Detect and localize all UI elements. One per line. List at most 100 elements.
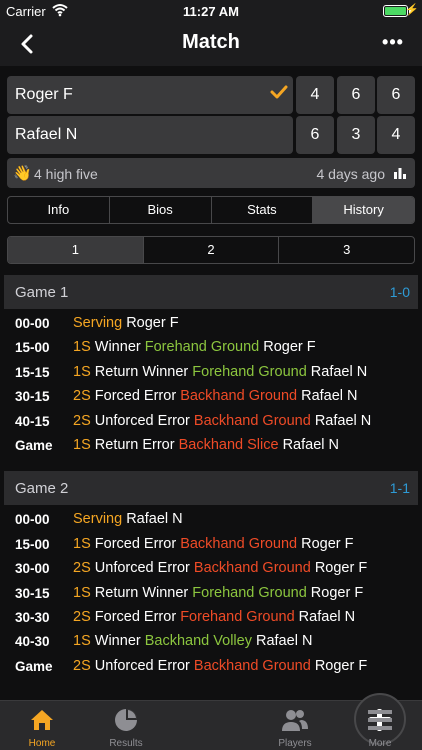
tab-info[interactable]: Info xyxy=(8,197,110,223)
point-text: Roger F xyxy=(122,315,179,331)
match-tabs: Info Bios Stats History xyxy=(7,196,415,224)
point-text: Rafael N xyxy=(251,633,313,650)
point-text: Backhand Ground xyxy=(193,657,311,674)
point-score: Game xyxy=(15,438,53,453)
tabbar-label: More xyxy=(368,738,392,749)
tabbar-add[interactable] xyxy=(169,693,406,750)
set-selector: 1 2 3 xyxy=(7,236,415,264)
point-score: 30-15 xyxy=(15,585,50,601)
point-score: 00-00 xyxy=(15,512,50,528)
tabbar-results[interactable]: Results xyxy=(84,701,168,750)
player-name: Rafael N xyxy=(15,126,78,143)
point-text: 2S xyxy=(73,560,91,577)
point-text: Forced Error xyxy=(90,535,181,552)
point-text: Rafael N xyxy=(294,609,356,625)
tab-bar: Home Results Players More xyxy=(0,693,422,750)
point-text: Roger F xyxy=(259,339,316,356)
point-text: 2S xyxy=(73,388,91,405)
point-description: Serving Roger F xyxy=(73,315,179,331)
player-name: Roger F xyxy=(15,86,73,103)
tabbar-label: Results xyxy=(109,738,143,749)
match-content: Roger F 4 6 6 Rafael N 6 3 4 👋 4 high fi… xyxy=(0,66,422,700)
point-description: 1S Return Winner Forehand Ground Roger F xyxy=(73,585,363,601)
point-text: Forehand Ground xyxy=(180,609,295,625)
set-score: 6 xyxy=(296,116,334,154)
players-icon xyxy=(282,710,308,731)
match-date: 4 days ago xyxy=(316,166,386,182)
game-score: 1-1 xyxy=(389,480,410,497)
point-text: Forehand Ground xyxy=(192,584,307,601)
stats-bars-icon[interactable] xyxy=(393,167,407,179)
point-text: 2S xyxy=(73,657,91,674)
high-five-icon[interactable]: 👋 xyxy=(13,164,32,182)
point-score: 40-30 xyxy=(15,634,50,650)
point-text: Unforced Error xyxy=(90,657,194,674)
more-options-icon[interactable]: ••• xyxy=(378,32,408,56)
point-score: 15-00 xyxy=(15,340,50,356)
point-score: 15-15 xyxy=(15,364,50,380)
tabbar-label: Home xyxy=(28,738,56,749)
battery-icon xyxy=(383,5,408,17)
point-text: 1S xyxy=(73,633,91,650)
point-description: 2S Unforced Error Backhand Ground Roger … xyxy=(73,560,367,576)
nav-bar: Match ••• xyxy=(0,22,422,66)
set-score: 3 xyxy=(337,116,375,154)
point-text: Roger F xyxy=(297,535,354,552)
point-text: Forced Error xyxy=(90,609,181,625)
game-title: Game 2 xyxy=(15,480,69,498)
point-score: 30-15 xyxy=(15,389,50,405)
point-text: 2S xyxy=(73,609,91,625)
point-text: Unforced Error xyxy=(90,560,194,577)
tab-history[interactable]: History xyxy=(313,197,414,223)
point-text: Roger F xyxy=(306,584,364,601)
point-description: Serving Rafael N xyxy=(73,511,183,527)
point-text: Roger F xyxy=(310,560,368,577)
point-text: Serving xyxy=(73,511,123,528)
point-text: Backhand Ground xyxy=(193,412,311,429)
tabbar-home[interactable]: Home xyxy=(0,701,84,750)
point-text: Unforced Error xyxy=(90,412,194,429)
point-text: Rafael N xyxy=(278,437,339,453)
tab-bios[interactable]: Bios xyxy=(110,197,212,223)
point-text: 1S xyxy=(73,437,91,453)
status-bar: Carrier 11:27 AM ⚡ xyxy=(0,0,422,22)
point-text: Rafael N xyxy=(297,388,358,405)
point-text: Rafael N xyxy=(306,363,368,380)
set-score: 6 xyxy=(337,76,375,114)
game-score: 1-0 xyxy=(389,284,410,300)
point-description: 1S Winner Backhand Volley Rafael N xyxy=(73,633,312,649)
point-text: Forced Error xyxy=(90,388,181,405)
point-text: Forehand Ground xyxy=(144,339,260,356)
player-name-box: Roger F xyxy=(7,76,293,114)
point-text: Backhand Volley xyxy=(144,633,252,650)
point-text: 1S xyxy=(73,363,91,380)
point-score: 40-15 xyxy=(15,413,50,429)
set-score: 4 xyxy=(296,76,334,114)
point-description: 2S Unforced Error Backhand Ground Rafael… xyxy=(73,413,371,429)
tabbar-more[interactable]: More xyxy=(338,701,422,750)
point-text: Return Winner xyxy=(90,584,193,601)
point-text: Roger F xyxy=(310,657,368,674)
set-tab-2[interactable]: 2 xyxy=(144,237,280,263)
point-score: Game xyxy=(15,658,53,674)
point-score: 30-00 xyxy=(15,561,50,577)
clock: 11:27 AM xyxy=(183,4,239,19)
set-tab-3[interactable]: 3 xyxy=(279,237,414,263)
point-score: 00-00 xyxy=(15,316,50,331)
home-icon xyxy=(31,710,53,730)
point-text: Forehand Ground xyxy=(192,363,307,380)
tab-stats[interactable]: Stats xyxy=(212,197,314,223)
tabbar-players[interactable]: Players xyxy=(253,701,337,750)
set-tab-1[interactable]: 1 xyxy=(8,237,144,263)
point-description: 2S Forced Error Forehand Ground Rafael N xyxy=(73,609,355,625)
point-text: Rafael N xyxy=(122,511,183,528)
point-text: Serving xyxy=(73,315,123,331)
point-description: 1S Winner Forehand Ground Roger F xyxy=(73,339,316,355)
point-text: Backhand Ground xyxy=(180,535,298,552)
high-five-bar[interactable]: 👋 4 high five 4 days ago xyxy=(7,158,415,188)
point-score: 15-00 xyxy=(15,536,50,552)
point-score: 30-30 xyxy=(15,610,50,625)
player-name-box: Rafael N xyxy=(7,116,293,154)
point-text: Winner xyxy=(90,339,145,356)
point-text: Return Winner xyxy=(90,363,193,380)
